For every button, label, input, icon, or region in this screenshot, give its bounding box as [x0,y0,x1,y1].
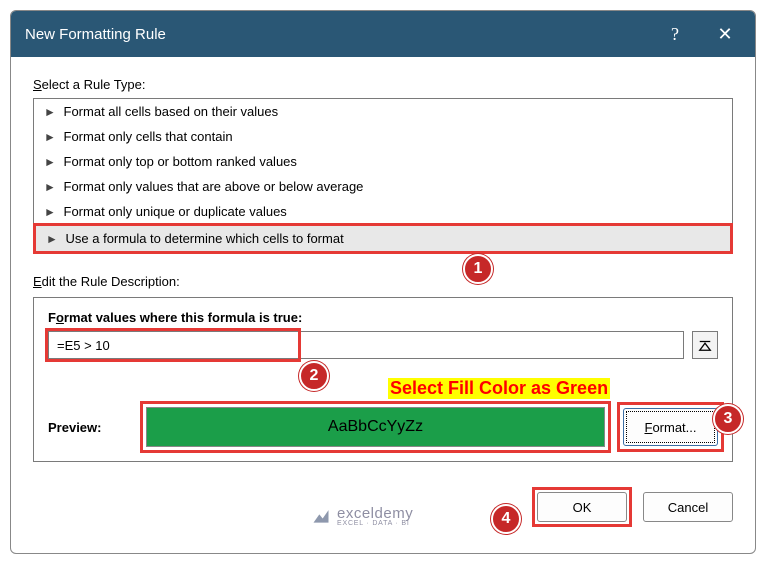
step-badge-1: 1 [463,254,493,284]
bullet-icon: ► [46,232,58,246]
step-badge-2: 2 [299,361,329,391]
preview-sample-text: AaBbCcYyZz [328,418,423,436]
bullet-icon: ► [44,130,56,144]
watermark-icon [311,506,331,526]
step-badge-4: 4 [491,504,521,534]
cancel-button[interactable]: Cancel [643,492,733,522]
new-formatting-rule-dialog: New Formatting Rule ? ✕ Select a Rule Ty… [10,10,756,554]
watermark-subtext: EXCEL · DATA · BI [337,520,413,527]
rule-type-item[interactable]: ► Format only values that are above or b… [34,174,732,199]
preview-swatch: AaBbCcYyZz [146,407,605,447]
rule-type-item[interactable]: ► Format all cells based on their values [34,99,732,124]
watermark: exceldemy EXCEL · DATA · BI [311,505,413,527]
rule-type-item[interactable]: ► Format only top or bottom ranked value… [34,149,732,174]
bullet-icon: ► [44,180,56,194]
help-icon[interactable]: ? [671,24,679,45]
dialog-title: New Formatting Rule [25,26,671,43]
formula-input[interactable] [48,331,684,359]
select-rule-type-label: Select a Rule Type: [33,77,733,92]
step-badge-3: 3 [713,404,743,434]
titlebar: New Formatting Rule ? ✕ [11,11,755,57]
bullet-icon: ► [44,155,56,169]
preview-label: Preview: [48,420,128,435]
rule-type-list[interactable]: ► Format all cells based on their values… [33,98,733,254]
edit-rule-box: Format values where this formula is true… [33,297,733,462]
formula-caption: Format values where this formula is true… [48,310,718,325]
collapse-dialog-icon [698,338,712,352]
close-icon[interactable]: ✕ [709,24,741,45]
format-button[interactable]: Format... [623,408,718,446]
rule-type-item-formula[interactable]: ► Use a formula to determine which cells… [33,223,733,254]
bullet-icon: ► [44,105,56,119]
ok-button[interactable]: OK [537,492,627,522]
range-picker-button[interactable] [692,331,718,359]
bullet-icon: ► [44,205,56,219]
rule-type-item[interactable]: ► Format only unique or duplicate values [34,199,732,224]
rule-type-item[interactable]: ► Format only cells that contain [34,124,732,149]
edit-rule-description-label: Edit the Rule Description: [33,274,733,289]
annotation-fill-color: Select Fill Color as Green [388,378,610,399]
